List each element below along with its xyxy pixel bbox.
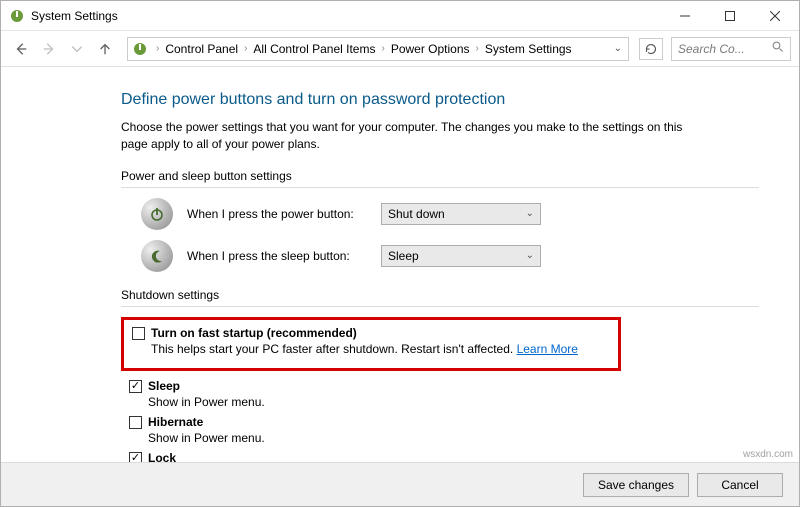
footer: Save changes Cancel: [1, 462, 799, 506]
sleep-label: Sleep: [148, 379, 180, 393]
sleep-checkbox[interactable]: [129, 380, 142, 393]
close-button[interactable]: [752, 2, 797, 30]
cancel-button[interactable]: Cancel: [697, 473, 783, 497]
breadcrumb-item[interactable]: All Control Panel Items: [251, 42, 377, 56]
breadcrumb-item[interactable]: Control Panel: [163, 42, 240, 56]
dropdown-value: Sleep: [388, 249, 419, 263]
maximize-button[interactable]: [707, 2, 752, 30]
hibernate-checkbox[interactable]: [129, 416, 142, 429]
power-button-dropdown[interactable]: Shut down ⌄: [381, 203, 541, 225]
minimize-button[interactable]: [662, 2, 707, 30]
chevron-right-icon[interactable]: ›: [472, 43, 483, 54]
chevron-right-icon[interactable]: ›: [377, 43, 388, 54]
watermark: wsxdn.com: [743, 449, 793, 460]
refresh-button[interactable]: [639, 38, 663, 60]
chevron-down-icon: ⌄: [526, 208, 534, 219]
search-icon: [772, 41, 784, 56]
sleep-button-row: When I press the sleep button: Sleep ⌄: [121, 240, 759, 272]
power-options-icon: [132, 41, 148, 57]
search-input[interactable]: Search Co...: [671, 37, 791, 61]
dropdown-value: Shut down: [388, 207, 445, 221]
shutdown-group-label: Shutdown settings: [121, 288, 759, 307]
fast-startup-row: Turn on fast startup (recommended): [132, 326, 610, 340]
power-button-label: When I press the power button:: [187, 207, 367, 221]
page-title: Define power buttons and turn on passwor…: [121, 91, 759, 109]
search-placeholder: Search Co...: [678, 42, 745, 56]
sleep-button-label: When I press the sleep button:: [187, 249, 367, 263]
power-button-row: When I press the power button: Shut down…: [121, 198, 759, 230]
window-title: System Settings: [31, 9, 662, 23]
sleep-desc: Show in Power menu.: [121, 395, 759, 409]
fast-startup-highlight: Turn on fast startup (recommended) This …: [121, 317, 621, 371]
power-sleep-group-label: Power and sleep button settings: [121, 169, 759, 188]
hibernate-row: Hibernate: [121, 415, 759, 429]
breadcrumb-item[interactable]: Power Options: [389, 42, 472, 56]
sleep-icon: [141, 240, 173, 272]
back-button[interactable]: [9, 37, 33, 61]
chevron-down-icon[interactable]: ⌄: [614, 43, 622, 54]
forward-button[interactable]: [37, 37, 61, 61]
navbar: › Control Panel › All Control Panel Item…: [1, 31, 799, 67]
chevron-down-icon: ⌄: [526, 250, 534, 261]
hibernate-desc: Show in Power menu.: [121, 431, 759, 445]
save-changes-button[interactable]: Save changes: [583, 473, 689, 497]
sleep-button-dropdown[interactable]: Sleep ⌄: [381, 245, 541, 267]
fast-startup-desc: This helps start your PC faster after sh…: [132, 342, 610, 356]
up-button[interactable]: [93, 37, 117, 61]
hibernate-label: Hibernate: [148, 415, 203, 429]
chevron-right-icon[interactable]: ›: [152, 43, 163, 54]
learn-more-link[interactable]: Learn More: [517, 342, 578, 356]
power-icon: [141, 198, 173, 230]
power-options-icon: [9, 8, 25, 24]
fast-startup-checkbox[interactable]: [132, 327, 145, 340]
page-description: Choose the power settings that you want …: [121, 119, 701, 153]
chevron-right-icon[interactable]: ›: [240, 43, 251, 54]
breadcrumb[interactable]: › Control Panel › All Control Panel Item…: [127, 37, 629, 61]
sleep-row: Sleep: [121, 379, 759, 393]
breadcrumb-item[interactable]: System Settings: [483, 42, 574, 56]
recent-locations-button[interactable]: [65, 37, 89, 61]
fast-startup-label: Turn on fast startup (recommended): [151, 326, 357, 340]
titlebar: System Settings: [1, 1, 799, 31]
content-area: Define power buttons and turn on passwor…: [1, 67, 799, 481]
